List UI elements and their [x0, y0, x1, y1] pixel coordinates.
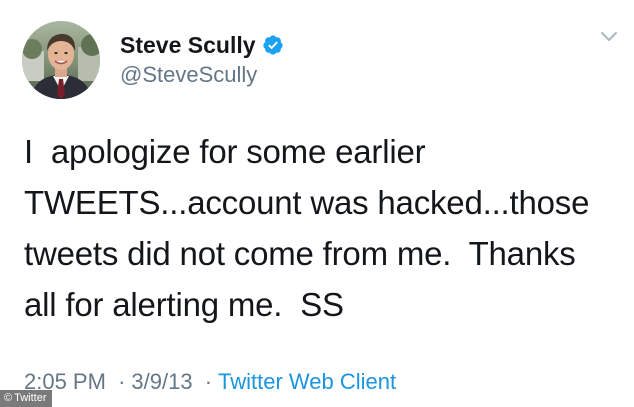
- display-name[interactable]: Steve Scully: [120, 31, 256, 59]
- meta-separator: ·: [118, 369, 126, 394]
- chevron-down-icon[interactable]: [600, 30, 618, 44]
- tweet-client-link[interactable]: Twitter Web Client: [218, 369, 396, 394]
- tweet-text: I apologize for some earlier TWEETS...ac…: [24, 133, 590, 323]
- display-name-row: Steve Scully: [120, 31, 284, 59]
- tweet-header: Steve Scully @SteveScully: [22, 20, 284, 100]
- profile-avatar[interactable]: [22, 21, 100, 99]
- watermark-label: Twitter: [14, 392, 47, 404]
- meta-separator-2: ·: [204, 369, 213, 394]
- tweet-date[interactable]: 3/9/13: [131, 369, 192, 394]
- verified-badge-icon: [262, 34, 284, 56]
- author-names: Steve Scully @SteveScully: [120, 31, 284, 89]
- avatar-image: [22, 21, 100, 99]
- tweet-card: Steve Scully @SteveScully I apologize fo…: [0, 0, 634, 407]
- copyright-symbol: ©: [4, 392, 13, 404]
- author-handle[interactable]: @SteveScully: [120, 61, 284, 89]
- tweet-meta: 2:05 PM · 3/9/13 · Twitter Web Client: [24, 368, 396, 396]
- watermark: © Twitter: [0, 390, 52, 407]
